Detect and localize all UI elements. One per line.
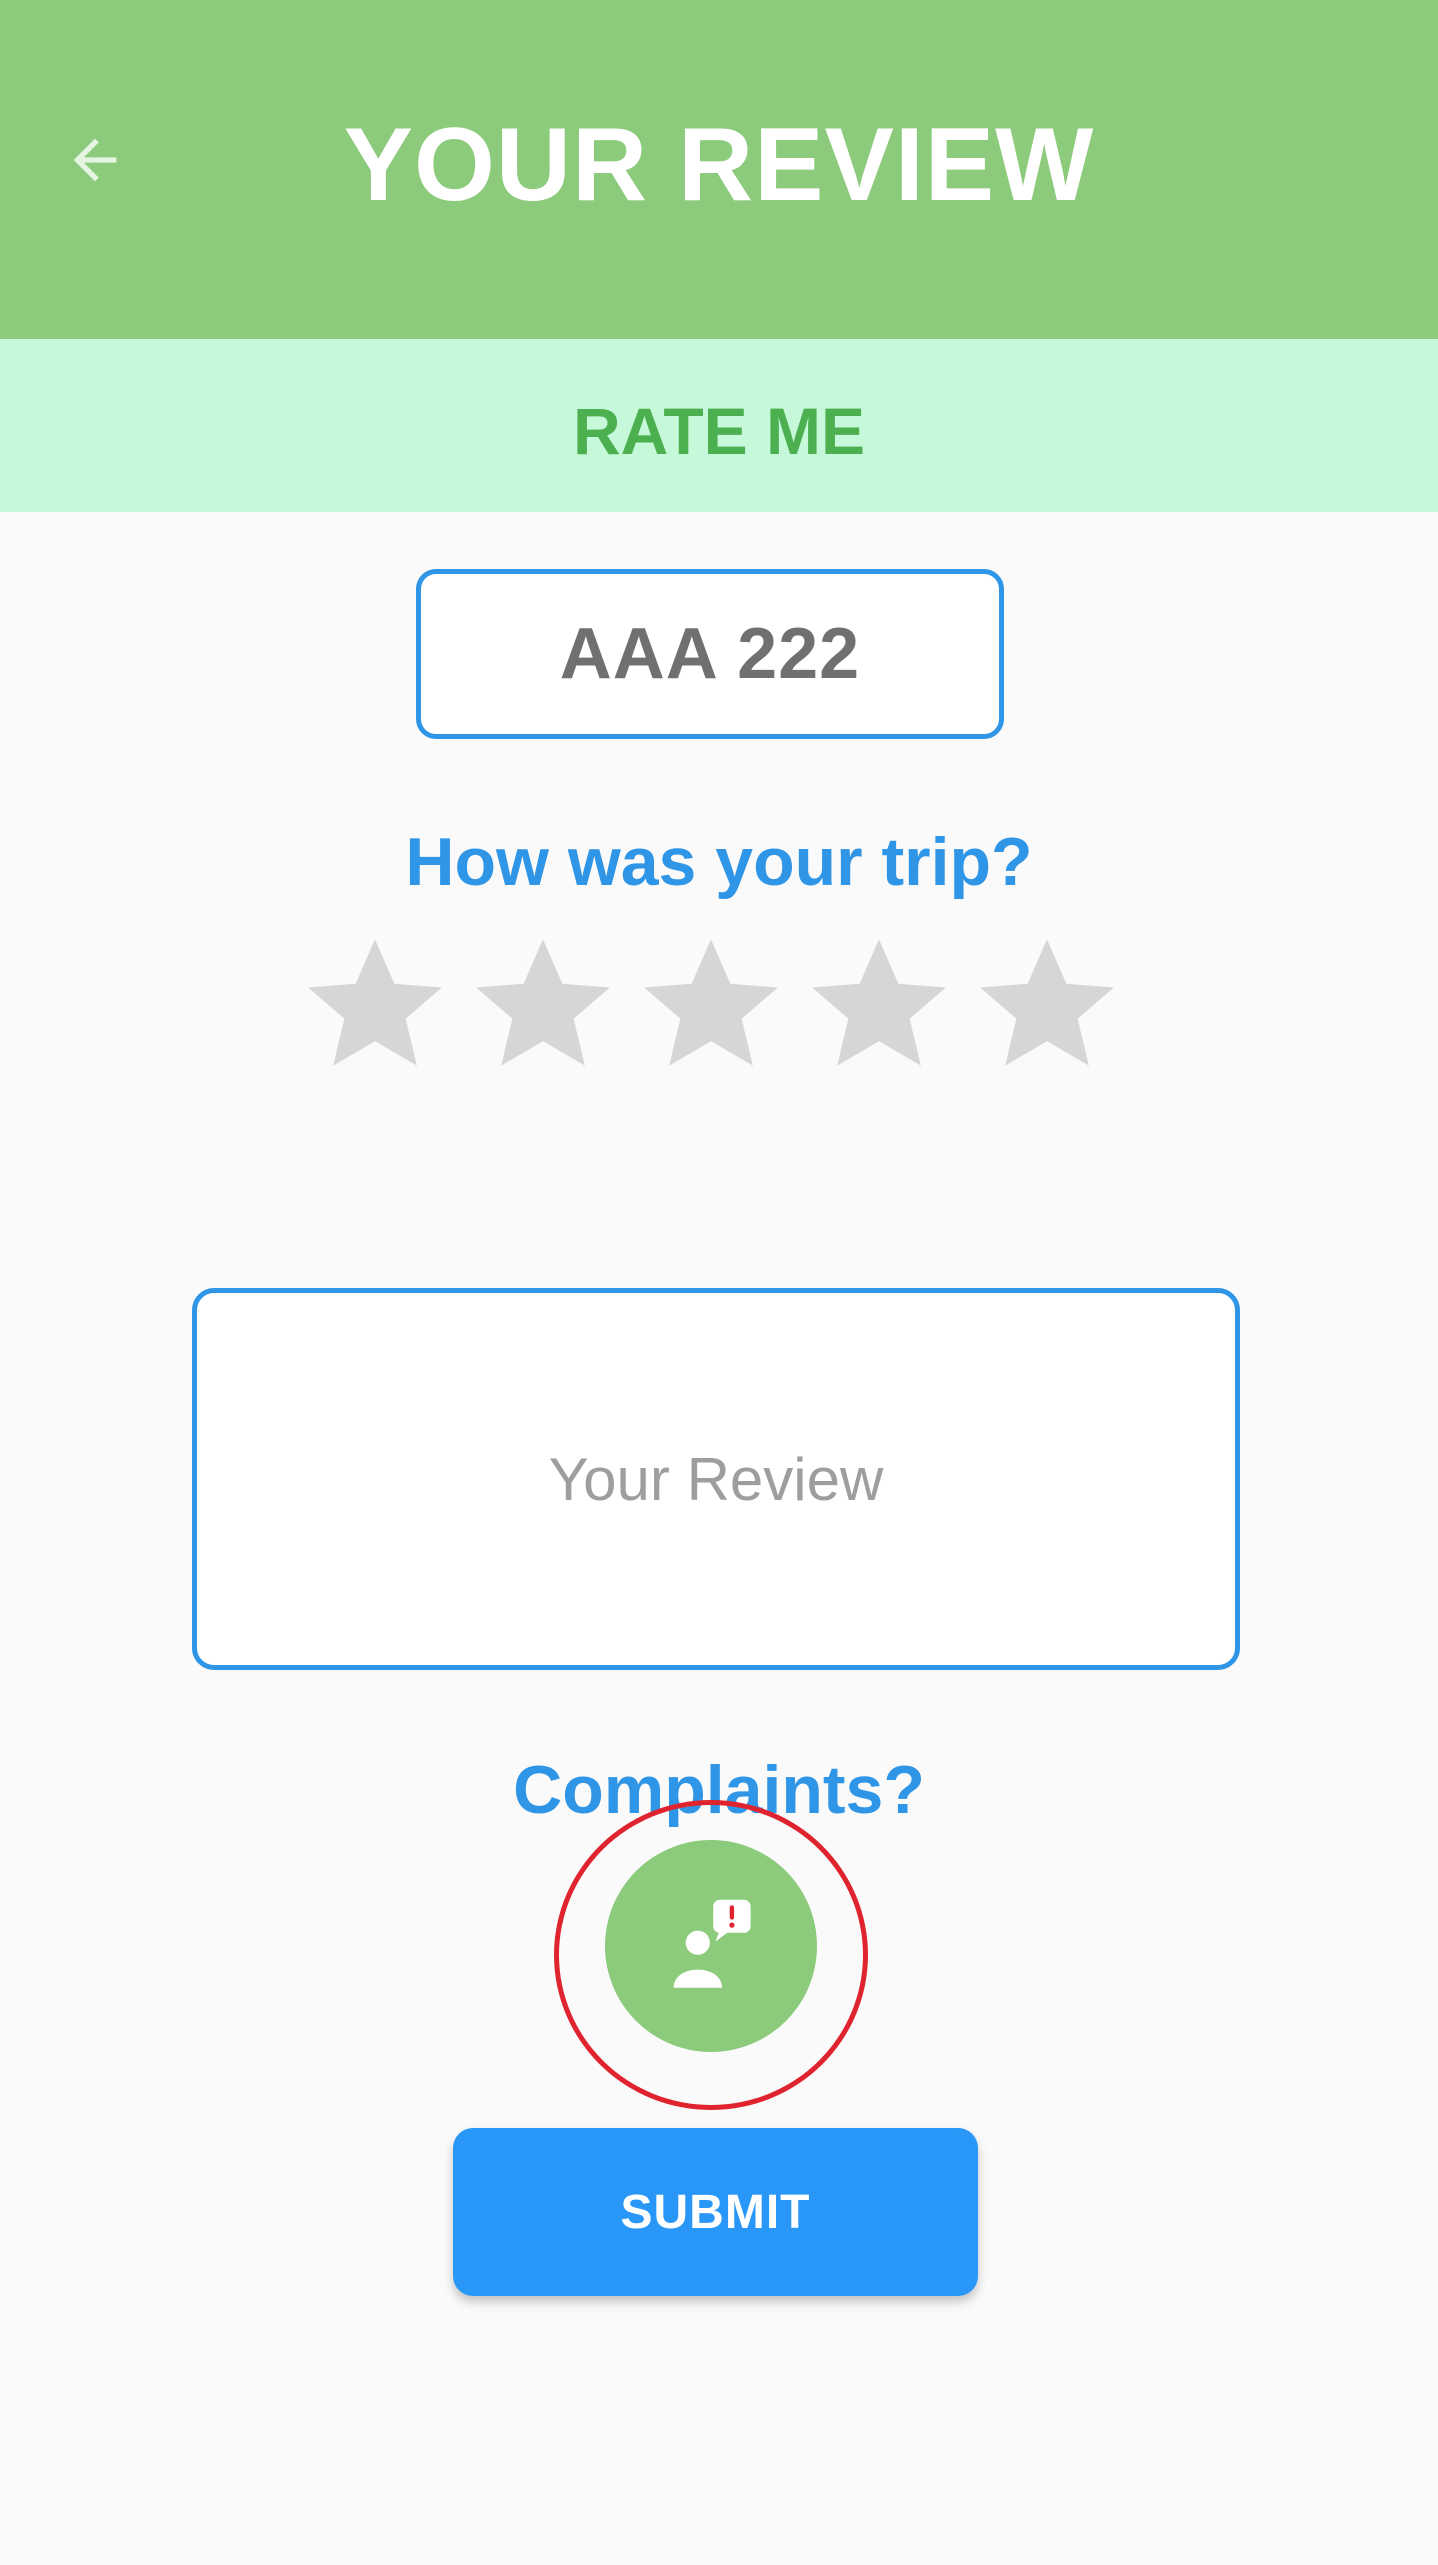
review-box	[192, 1288, 1240, 1670]
star-rating[interactable]	[300, 930, 1140, 1080]
star-icon[interactable]	[804, 930, 954, 1080]
star-icon[interactable]	[972, 930, 1122, 1080]
plate-number-box: AAA 222	[416, 569, 1004, 739]
trip-question: How was your trip?	[405, 824, 1033, 900]
complaint-button[interactable]	[605, 1840, 817, 2052]
user-complaint-icon	[673, 1899, 751, 1988]
review-input[interactable]	[197, 1292, 1235, 1666]
star-icon[interactable]	[636, 930, 786, 1080]
star-icon[interactable]	[300, 930, 450, 1080]
plate-number: AAA 222	[559, 614, 861, 694]
star-icon[interactable]	[468, 930, 618, 1080]
rate-me-label: RATE ME	[572, 394, 866, 468]
page-title: YOUR REVIEW	[343, 107, 1095, 223]
rate-me-banner: RATE ME	[0, 339, 1438, 512]
app-bar: YOUR REVIEW	[0, 0, 1438, 339]
complaints-label: Complaints?	[513, 1752, 925, 1828]
submit-button[interactable]: SUBMIT	[453, 2128, 978, 2296]
